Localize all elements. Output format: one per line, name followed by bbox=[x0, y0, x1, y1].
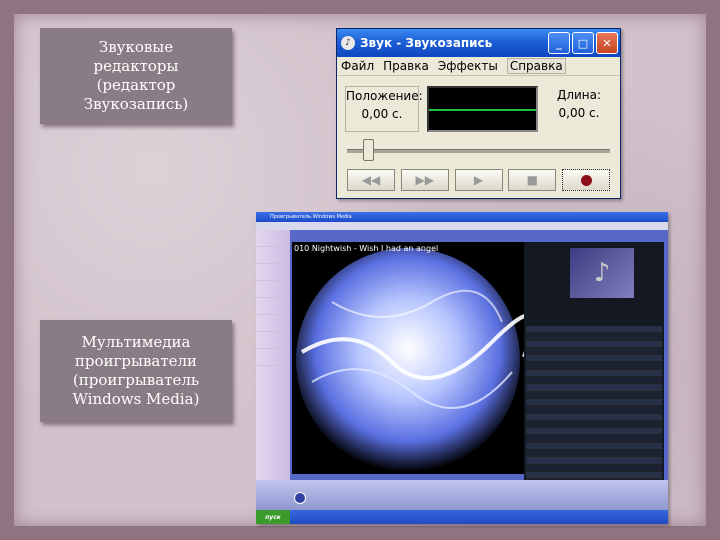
sound-editors-label: Звуковые редакторы (редактор Звукозапись… bbox=[40, 28, 232, 124]
menu-edit[interactable]: Правка bbox=[383, 59, 429, 73]
start-button[interactable]: пуск bbox=[256, 510, 290, 524]
label-line: Звуковые bbox=[98, 38, 174, 56]
length-value: 0,00 с. bbox=[558, 106, 600, 120]
slider-thumb[interactable] bbox=[363, 139, 374, 161]
record-button[interactable] bbox=[562, 169, 610, 191]
media-player-screenshot: Проигрыватель Windows Media 010 Nightwis… bbox=[256, 212, 668, 524]
video-visualization: 010 Nightwish - Wish I had an angel bbox=[292, 242, 524, 474]
length-display: Длина: 0,00 с. bbox=[546, 86, 612, 132]
label-line: Звукозапись) bbox=[83, 95, 189, 113]
window-title: Звук - Звукозапись bbox=[360, 36, 493, 50]
close-button[interactable]: ✕ bbox=[596, 32, 618, 54]
album-art: ♪ bbox=[570, 248, 634, 298]
fast-forward-icon: ▶▶ bbox=[415, 173, 434, 187]
label-line: (проигрыватель bbox=[72, 371, 200, 389]
rewind-icon: ◀◀ bbox=[361, 173, 381, 187]
song-title: 010 Nightwish - Wish I had an angel bbox=[294, 244, 439, 253]
label-line: проигрыватели bbox=[74, 352, 198, 370]
menu-bar: Файл Правка Эффекты Справка bbox=[337, 57, 620, 76]
menu-file[interactable]: Файл bbox=[341, 59, 374, 73]
transport-controls: ◀◀ ▶▶ ▶ ■ bbox=[347, 169, 610, 191]
maximize-button[interactable]: □ bbox=[572, 32, 594, 54]
wmp-title: Проигрыватель Windows Media bbox=[256, 212, 668, 222]
label-line: Windows Media) bbox=[72, 390, 200, 408]
length-label: Длина: bbox=[556, 88, 602, 102]
record-icon bbox=[580, 174, 592, 186]
play-pause-button[interactable] bbox=[294, 492, 306, 504]
stop-button[interactable]: ■ bbox=[508, 169, 557, 191]
play-button[interactable]: ▶ bbox=[454, 169, 503, 191]
wmp-menu-bar bbox=[256, 222, 668, 230]
status-panel: Положение: 0,00 с. Длина: 0,00 с. bbox=[345, 86, 612, 132]
stop-icon: ■ bbox=[526, 173, 538, 187]
fast-forward-button[interactable]: ▶▶ bbox=[400, 169, 449, 191]
position-slider[interactable] bbox=[347, 139, 610, 161]
title-bar[interactable]: ♪ Звук - Звукозапись _ □ ✕ bbox=[337, 29, 620, 57]
minimize-button[interactable]: _ bbox=[548, 32, 570, 54]
menu-effects[interactable]: Эффекты bbox=[438, 59, 498, 73]
taskbar: пуск bbox=[256, 510, 668, 524]
menu-help[interactable]: Справка bbox=[506, 58, 566, 74]
label-line: Мультимедиа bbox=[81, 333, 191, 351]
position-value: 0,00 с. bbox=[361, 107, 403, 121]
label-line: (редактор bbox=[96, 76, 176, 94]
media-players-label: Мультимедиа проигрыватели (проигрыватель… bbox=[40, 320, 232, 422]
position-display: Положение: 0,00 с. bbox=[345, 86, 423, 132]
wmp-sidebar bbox=[256, 230, 290, 480]
playlist-rows bbox=[526, 326, 662, 494]
play-icon: ▶ bbox=[473, 173, 484, 187]
rewind-button[interactable]: ◀◀ bbox=[347, 169, 395, 191]
sound-recorder-window: ♪ Звук - Звукозапись _ □ ✕ Файл Правка Э… bbox=[336, 28, 621, 199]
playlist-panel: ♪ bbox=[524, 242, 664, 494]
waveform-display bbox=[427, 86, 538, 132]
label-line: редакторы bbox=[93, 57, 179, 75]
speaker-icon: ♪ bbox=[341, 36, 355, 50]
position-label: Положение: bbox=[346, 89, 423, 103]
player-controls bbox=[256, 480, 668, 510]
